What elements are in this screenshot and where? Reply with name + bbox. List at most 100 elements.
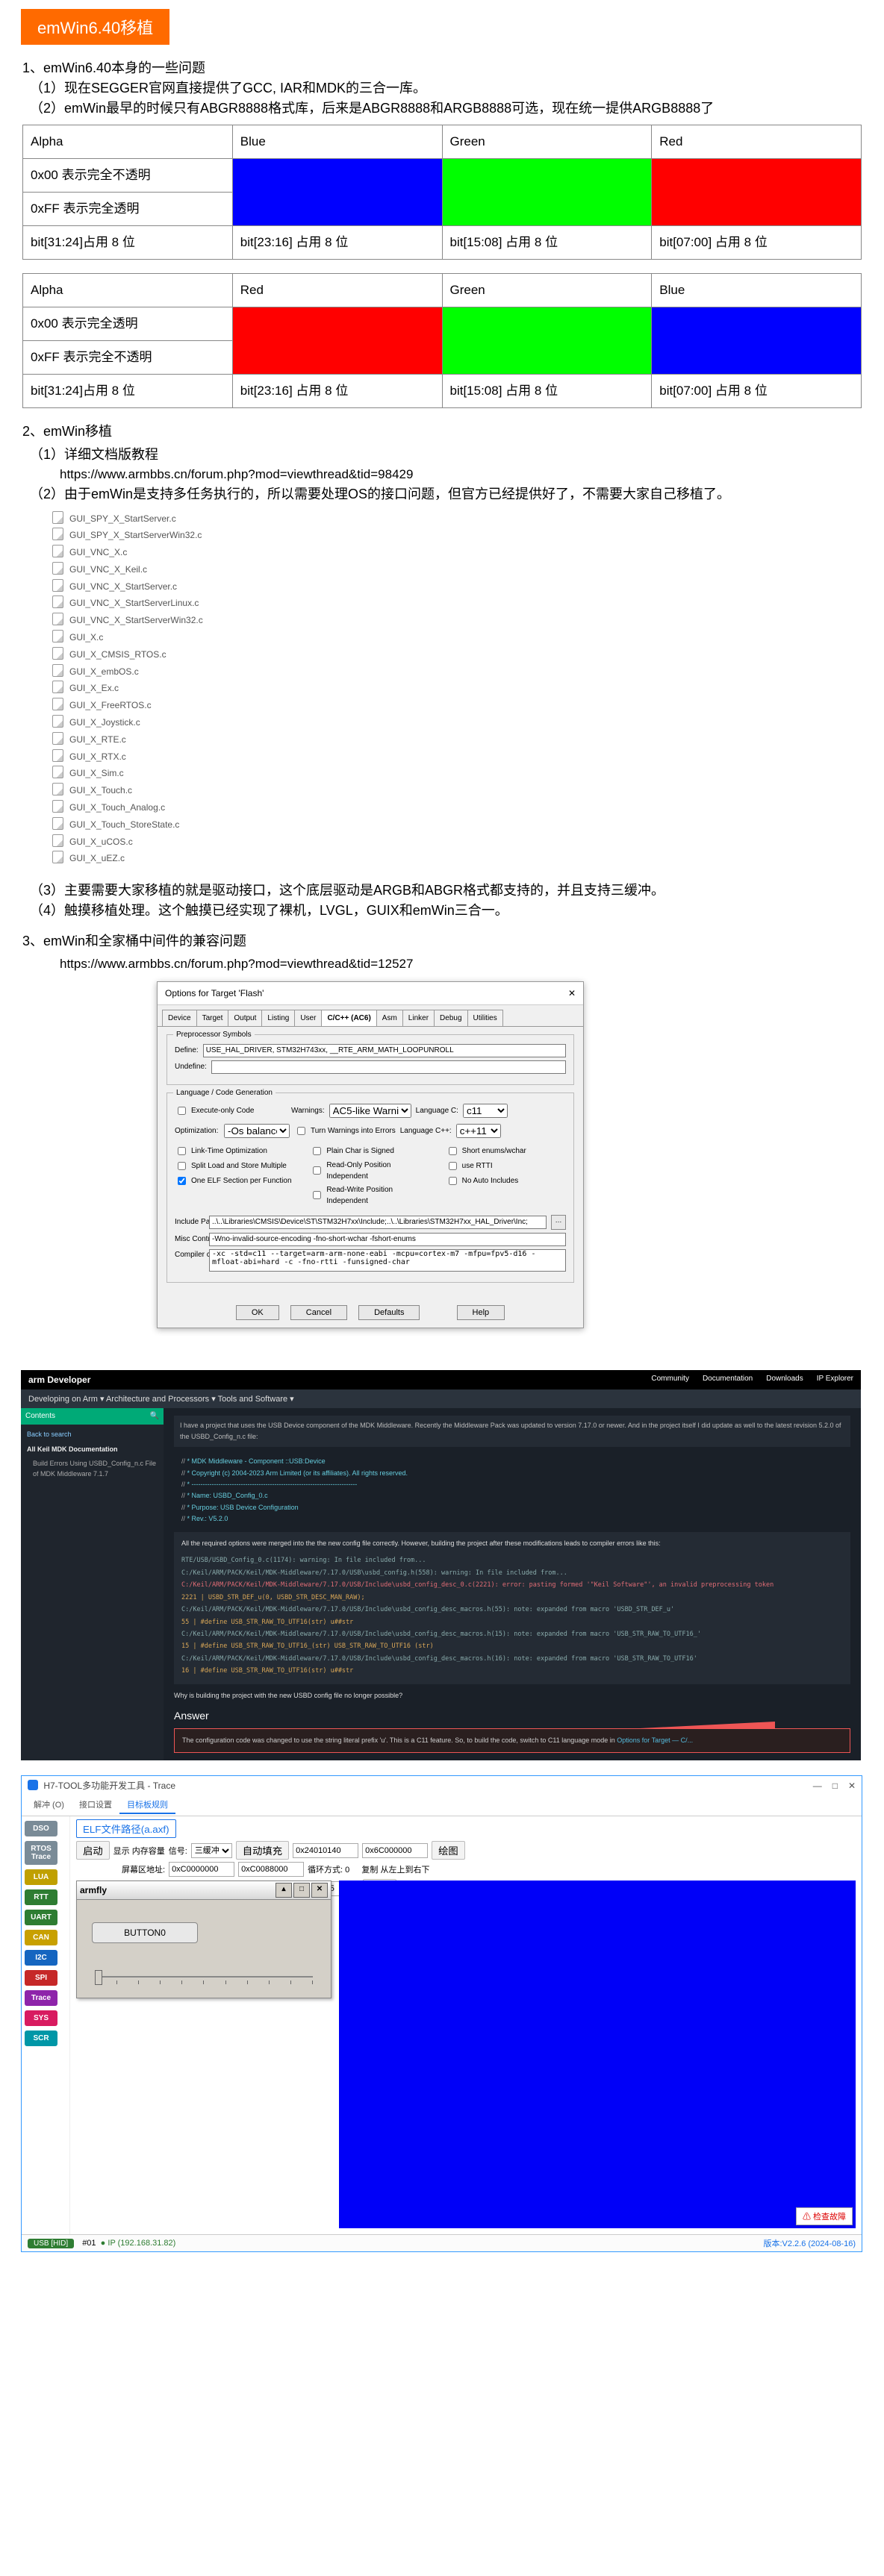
file-item: GUI_X_Sim.c: [52, 765, 862, 782]
start-button[interactable]: 启动: [76, 1841, 110, 1860]
h7-sidebar-button[interactable]: SCR: [25, 2031, 57, 2046]
file-item: GUI_X_RTE.c: [52, 731, 862, 748]
langcpp-select[interactable]: c++11: [456, 1124, 501, 1138]
alpha-ff: 0xFF 表示完全透明: [23, 193, 233, 226]
arm-topnav-link[interactable]: Documentation: [703, 1375, 753, 1385]
maximize-icon[interactable]: □: [832, 1781, 838, 1791]
keil-tab[interactable]: Listing: [261, 1010, 295, 1026]
arm-content: I have a project that uses the USB Devic…: [164, 1408, 861, 1760]
arm-side-item-1[interactable]: Build Errors Using USBD_Config_n.c File …: [33, 1458, 158, 1480]
target-min-icon[interactable]: ▴: [276, 1883, 292, 1898]
opt-select[interactable]: -Os balanced: [224, 1124, 290, 1138]
compiler-str-input[interactable]: [209, 1249, 566, 1272]
keil-tab[interactable]: Debug: [434, 1010, 467, 1026]
file-item: GUI_X_FreeRTOS.c: [52, 697, 862, 714]
screen-addr-input[interactable]: [169, 1862, 234, 1877]
exec-only-checkbox[interactable]: [178, 1107, 186, 1115]
color-table-abgr: Alpha Blue Green Red 0x00 表示完全不透明 0xFF 表…: [22, 125, 862, 260]
h7-tab[interactable]: 接口设置: [72, 1796, 119, 1814]
undefine-input[interactable]: [211, 1060, 566, 1074]
slider-thumb-icon[interactable]: [95, 1970, 102, 1985]
target-close-icon[interactable]: ✕: [311, 1883, 328, 1898]
warnings-label: Warnings:: [291, 1105, 325, 1116]
version-label: 版本:V2.2.6 (2024-08-16): [763, 2237, 856, 2249]
addr2-input[interactable]: [362, 1843, 428, 1858]
keil-tab[interactable]: Target: [196, 1010, 229, 1026]
alpha-00: 0x00 表示完全不透明: [23, 159, 233, 193]
include-browse-button[interactable]: …: [551, 1215, 566, 1230]
log-line: C:/Keil/ARM/PACK/Keil/MDK-Middleware/7.1…: [181, 1604, 843, 1615]
search-icon[interactable]: 🔍: [150, 1410, 159, 1422]
keil-tab[interactable]: User: [294, 1010, 322, 1026]
check-fault-badge[interactable]: ⚠ 检查故障: [796, 2207, 853, 2225]
keil-tab[interactable]: Linker: [402, 1010, 435, 1026]
keil-tab[interactable]: Asm: [376, 1010, 403, 1026]
auto-fill-button[interactable]: 自动填充: [236, 1841, 289, 1860]
from-left-label: 复制 从左上到右下: [361, 1863, 429, 1875]
keil-lang-group: Language / Code Generation Execute-only …: [166, 1092, 574, 1283]
lto-checkbox[interactable]: [178, 1147, 186, 1155]
h7-status-bar: USB [HID] #01 ● IP (192.168.31.82) 版本:V2…: [22, 2234, 862, 2251]
help-button[interactable]: Help: [457, 1305, 505, 1320]
addr3-input[interactable]: [238, 1862, 304, 1877]
langc-select[interactable]: c11: [463, 1104, 508, 1118]
draw-button[interactable]: 绘图: [432, 1841, 465, 1860]
sec3-link[interactable]: https://www.armbbs.cn/forum.php?mod=view…: [60, 954, 862, 974]
h7-sidebar-button[interactable]: SYS: [25, 2010, 57, 2026]
keil-tab[interactable]: Utilities: [467, 1010, 503, 1026]
cancel-button[interactable]: Cancel: [290, 1305, 347, 1320]
h7-sidebar-button[interactable]: UART: [25, 1910, 57, 1925]
h7-sidebar-button[interactable]: DSO: [25, 1821, 57, 1836]
split-checkbox[interactable]: [178, 1162, 186, 1170]
h7-sidebar-button[interactable]: RTOS Trace: [25, 1841, 57, 1865]
arm-topnav-link[interactable]: Community: [651, 1375, 689, 1385]
elf-path-button[interactable]: ELF文件路径(a.axf): [76, 1819, 176, 1838]
define-input[interactable]: [203, 1044, 566, 1057]
file-item: GUI_SPY_X_StartServerWin32.c: [52, 527, 862, 544]
arm-code-header: // * MDK Middleware - Component ::USB:De…: [174, 1456, 850, 1525]
arm-answer-link[interactable]: Options for Target — C/...: [617, 1736, 693, 1744]
misc-input[interactable]: [209, 1233, 566, 1246]
include-input[interactable]: [209, 1216, 547, 1229]
h7-sidebar-button[interactable]: Trace: [25, 1990, 57, 2006]
one-elf-checkbox[interactable]: [178, 1177, 186, 1185]
target-max-icon[interactable]: □: [293, 1883, 310, 1898]
th-red2: Red: [232, 274, 442, 307]
target-button0[interactable]: BUTTON0: [92, 1922, 198, 1943]
ropi-checkbox[interactable]: [313, 1166, 321, 1175]
h7-sidebar-button[interactable]: CAN: [25, 1930, 57, 1945]
alpha2-00: 0x00 表示完全透明: [23, 307, 233, 341]
plainchar-checkbox[interactable]: [313, 1147, 321, 1155]
keil-tab[interactable]: Device: [162, 1010, 197, 1026]
ok-button[interactable]: OK: [236, 1305, 279, 1320]
h7-tab[interactable]: 目标板规则: [119, 1796, 175, 1814]
shortenum-checkbox[interactable]: [449, 1147, 457, 1155]
arm-topnav-link[interactable]: IP Explorer: [817, 1375, 853, 1385]
close-icon[interactable]: ✕: [568, 987, 576, 1000]
target-slider[interactable]: [92, 1976, 316, 1984]
minimize-icon[interactable]: —: [813, 1781, 822, 1791]
xinhao-select[interactable]: 三缓冲: [191, 1843, 232, 1858]
rwpi-checkbox[interactable]: [313, 1191, 321, 1199]
h7-sidebar-button[interactable]: LUA: [25, 1869, 57, 1885]
keil-tab[interactable]: C/C++ (AC6): [321, 1010, 376, 1026]
h7-sidebar-button[interactable]: I2C: [25, 1950, 57, 1966]
h7-tab[interactable]: 解冲 (O): [26, 1796, 72, 1814]
turn-warn-checkbox[interactable]: [297, 1127, 305, 1135]
arm-back-link[interactable]: Back to search: [27, 1429, 158, 1439]
arm-topnav-link[interactable]: Downloads: [766, 1375, 803, 1385]
defaults-button[interactable]: Defaults: [358, 1305, 420, 1320]
section-1-head: 1、emWin6.40本身的一些问题: [22, 58, 862, 78]
rtti-checkbox[interactable]: [449, 1162, 457, 1170]
keil-tab[interactable]: Output: [228, 1010, 262, 1026]
h7-sidebar-button[interactable]: RTT: [25, 1889, 57, 1905]
bits-15-08: bit[15:08] 占用 8 位: [442, 226, 652, 260]
th-alpha2: Alpha: [23, 274, 233, 307]
close-icon[interactable]: ✕: [848, 1781, 856, 1791]
addr1-input[interactable]: [293, 1843, 358, 1858]
arm-side-item-0[interactable]: All Keil MDK Documentation: [27, 1444, 158, 1454]
warnings-select[interactable]: AC5-like Warnings: [329, 1104, 411, 1118]
noauto-checkbox[interactable]: [449, 1177, 457, 1185]
h7-sidebar-button[interactable]: SPI: [25, 1970, 57, 1986]
sec2-link1[interactable]: https://www.armbbs.cn/forum.php?mod=view…: [60, 465, 862, 484]
